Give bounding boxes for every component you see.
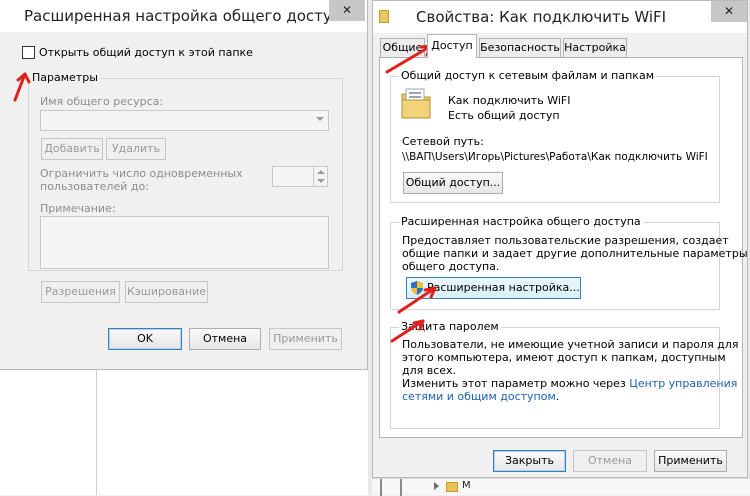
caching-button[interactable]: Кэширование bbox=[125, 281, 208, 303]
chevron-down-icon bbox=[316, 117, 324, 121]
share-folder-checkbox[interactable] bbox=[22, 46, 35, 59]
annotation-arrow bbox=[390, 319, 425, 343]
stepper-buttons[interactable] bbox=[313, 167, 327, 186]
ok-button[interactable]: OK bbox=[108, 328, 182, 350]
annotation-arrow bbox=[13, 72, 31, 102]
remove-button[interactable]: Удалить bbox=[106, 138, 166, 160]
tree-expand-icon[interactable] bbox=[434, 482, 442, 490]
apply-button[interactable]: Применить bbox=[654, 450, 727, 472]
cancel-button[interactable]: Отмена bbox=[189, 328, 261, 350]
limit-users-label-line2: пользователей до: bbox=[40, 180, 149, 193]
password-desc-line3: для всех. bbox=[402, 364, 457, 377]
shared-folder-icon bbox=[401, 88, 431, 119]
tree-guide-line bbox=[400, 479, 402, 496]
network-center-link[interactable]: Центр управления bbox=[629, 377, 737, 390]
limit-users-stepper[interactable] bbox=[272, 166, 328, 187]
share-name-combo[interactable] bbox=[40, 110, 329, 131]
limit-users-label-line1: Ограничить число одновременных bbox=[40, 167, 243, 180]
tab-customize[interactable]: Настройка bbox=[563, 38, 627, 57]
advanced-desc-line1: Предоставляет пользовательские разрешени… bbox=[402, 234, 729, 247]
folder-name: Как подключить WiFI bbox=[448, 94, 571, 107]
advanced-sharing-button-label: Расширенная настройка... bbox=[427, 281, 580, 294]
cancel-button[interactable]: Отмена bbox=[573, 450, 647, 472]
parameters-group-title: Параметры bbox=[30, 71, 100, 84]
title-bar: Свойства: Как подключить WiFI ✕ bbox=[373, 1, 747, 33]
password-change-prefix: Изменить этот параметр можно через bbox=[402, 377, 630, 390]
tree-guide-line bbox=[380, 479, 382, 496]
share-button[interactable]: Общий доступ... bbox=[403, 172, 503, 194]
comment-textarea[interactable] bbox=[40, 216, 329, 269]
dialog-title: Свойства: Как подключить WiFI bbox=[416, 8, 667, 26]
advanced-sharing-dialog: Расширенная настройка общего доступа ✕ О… bbox=[0, 0, 368, 370]
network-path-value: \\ВАП\Users\Игорь\Pictures\Работа\Как по… bbox=[402, 151, 708, 163]
permissions-button[interactable]: Разрешения bbox=[41, 281, 120, 303]
explorer-tree-strip: М bbox=[372, 478, 750, 496]
password-desc-line2: этого компьютера, имеют доступ к папкам,… bbox=[402, 351, 726, 364]
tree-item-label[interactable]: М bbox=[462, 480, 471, 491]
share-folder-label[interactable]: Открыть общий доступ к этой папке bbox=[39, 46, 253, 59]
chevron-up-icon bbox=[317, 170, 325, 174]
password-change-suffix: . bbox=[555, 390, 560, 403]
close-dialog-button[interactable]: Закрыть bbox=[493, 450, 566, 472]
password-change-text: Изменить этот параметр можно через Центр… bbox=[402, 377, 737, 390]
apply-button[interactable]: Применить bbox=[269, 328, 342, 350]
tab-sharing[interactable]: Доступ bbox=[427, 34, 477, 58]
background-desktop-area bbox=[0, 370, 96, 495]
advanced-desc-line3: общего доступа. bbox=[402, 260, 500, 273]
chevron-down-icon bbox=[317, 179, 325, 183]
password-desc-line1: Пользователи, не имеющие учетной записи … bbox=[402, 338, 739, 351]
dialog-title: Расширенная настройка общего доступа bbox=[24, 7, 351, 25]
share-name-label: Имя общего ресурса: bbox=[40, 95, 164, 108]
add-button[interactable]: Добавить bbox=[41, 138, 103, 160]
folder-icon bbox=[446, 482, 458, 492]
close-button[interactable]: ✕ bbox=[711, 1, 747, 22]
network-center-link-line2[interactable]: сетями и общим доступом bbox=[402, 390, 556, 403]
folder-share-status: Есть общий доступ bbox=[448, 109, 560, 122]
advanced-sharing-group-title: Расширенная настройка общего доступа bbox=[399, 215, 643, 228]
folder-icon bbox=[379, 10, 389, 23]
comment-label: Примечание: bbox=[40, 202, 116, 215]
network-path-label: Сетевой путь: bbox=[402, 135, 484, 148]
close-button[interactable]: ✕ bbox=[329, 0, 365, 21]
tab-security[interactable]: Безопасность bbox=[479, 38, 561, 57]
sharing-tab-panel: Общий доступ к сетевым файлам и папкам К… bbox=[379, 57, 748, 438]
advanced-desc-line2: общие папки и задает другие дополнительн… bbox=[402, 247, 748, 260]
title-bar: Расширенная настройка общего доступа ✕ bbox=[0, 0, 367, 32]
password-change-text-line2: сетями и общим доступом. bbox=[402, 390, 559, 403]
background-desktop-area bbox=[96, 370, 368, 495]
